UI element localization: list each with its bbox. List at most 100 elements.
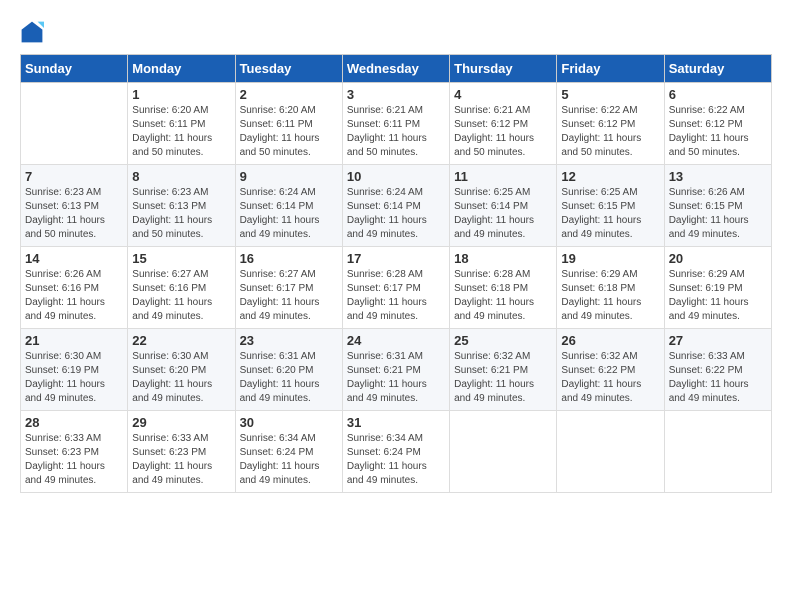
day-number: 10 [347, 169, 445, 184]
day-info: Sunrise: 6:23 AMSunset: 6:13 PMDaylight:… [132, 186, 230, 242]
calendar-cell: 25 Sunrise: 6:32 AMSunset: 6:21 PMDayligh… [450, 329, 557, 411]
calendar-cell: 30 Sunrise: 6:34 AMSunset: 6:24 PMDayligh… [235, 411, 342, 493]
day-number: 7 [25, 169, 123, 184]
calendar-cell: 23Sunrise: 6:31 AMSunset: 6:20 PMDayligh… [235, 329, 342, 411]
day-number: 3 [347, 87, 445, 102]
calendar-cell: 13 Sunrise: 6:26 AMSunset: 6:15 PMDayligh… [664, 165, 771, 247]
day-info: Sunrise: 6:21 AMSunset: 6:11 PMDaylight:… [347, 104, 445, 160]
calendar-cell: 29 Sunrise: 6:33 AMSunset: 6:23 PMDayligh… [128, 411, 235, 493]
day-number: 13 [669, 169, 767, 184]
day-info: Sunrise: 6:28 AMSunset: 6:18 PMDaylight:… [454, 268, 552, 324]
weekday-header-sunday: Sunday [21, 55, 128, 83]
day-info: Sunrise: 6:25 AMSunset: 6:15 PMDaylight:… [561, 186, 659, 242]
day-info: Sunrise: 6:25 AMSunset: 6:14 PMDaylight:… [454, 186, 552, 242]
day-number: 17 [347, 251, 445, 266]
day-number: 8 [132, 169, 230, 184]
weekday-header-saturday: Saturday [664, 55, 771, 83]
day-number: 28 [25, 415, 123, 430]
day-number: 21 [25, 333, 123, 348]
weekday-header-friday: Friday [557, 55, 664, 83]
day-number: 12 [561, 169, 659, 184]
day-info: Sunrise: 6:32 AMSunset: 6:21 PMDaylight:… [454, 350, 552, 406]
day-info: Sunrise: 6:30 AMSunset: 6:19 PMDaylight:… [25, 350, 123, 406]
day-number: 26 [561, 333, 659, 348]
day-number: 19 [561, 251, 659, 266]
day-info: Sunrise: 6:34 AMSunset: 6:24 PMDaylight:… [240, 432, 338, 488]
weekday-header-monday: Monday [128, 55, 235, 83]
calendar-cell: 5 Sunrise: 6:22 AMSunset: 6:12 PMDaylight… [557, 83, 664, 165]
calendar-cell: 26 Sunrise: 6:32 AMSunset: 6:22 PMDayligh… [557, 329, 664, 411]
weekday-header-tuesday: Tuesday [235, 55, 342, 83]
day-info: Sunrise: 6:26 AMSunset: 6:15 PMDaylight:… [669, 186, 767, 242]
calendar-cell: 24 Sunrise: 6:31 AMSunset: 6:21 PMDayligh… [342, 329, 449, 411]
generalblue-icon [20, 20, 44, 44]
calendar-cell: 17Sunrise: 6:28 AMSunset: 6:17 PMDayligh… [342, 247, 449, 329]
calendar-cell: 2Sunrise: 6:20 AMSunset: 6:11 PMDaylight… [235, 83, 342, 165]
day-number: 18 [454, 251, 552, 266]
calendar-cell [557, 411, 664, 493]
day-info: Sunrise: 6:22 AMSunset: 6:12 PMDaylight:… [669, 104, 767, 160]
day-info: Sunrise: 6:26 AMSunset: 6:16 PMDaylight:… [25, 268, 123, 324]
day-info: Sunrise: 6:20 AMSunset: 6:11 PMDaylight:… [132, 104, 230, 160]
calendar-week-row: 1Sunrise: 6:20 AMSunset: 6:11 PMDaylight… [21, 83, 772, 165]
day-number: 23 [240, 333, 338, 348]
day-number: 14 [25, 251, 123, 266]
calendar-cell: 22 Sunrise: 6:30 AMSunset: 6:20 PMDayligh… [128, 329, 235, 411]
day-number: 29 [132, 415, 230, 430]
day-info: Sunrise: 6:33 AMSunset: 6:22 PMDaylight:… [669, 350, 767, 406]
day-info: Sunrise: 6:21 AMSunset: 6:12 PMDaylight:… [454, 104, 552, 160]
calendar-cell: 18 Sunrise: 6:28 AMSunset: 6:18 PMDayligh… [450, 247, 557, 329]
calendar-cell: 19 Sunrise: 6:29 AMSunset: 6:18 PMDayligh… [557, 247, 664, 329]
calendar-cell: 21 Sunrise: 6:30 AMSunset: 6:19 PMDayligh… [21, 329, 128, 411]
calendar-cell: 4 Sunrise: 6:21 AMSunset: 6:12 PMDaylight… [450, 83, 557, 165]
day-info: Sunrise: 6:20 AMSunset: 6:11 PMDaylight:… [240, 104, 338, 160]
calendar-cell: 31Sunrise: 6:34 AMSunset: 6:24 PMDayligh… [342, 411, 449, 493]
day-info: Sunrise: 6:29 AMSunset: 6:18 PMDaylight:… [561, 268, 659, 324]
calendar-cell: 8 Sunrise: 6:23 AMSunset: 6:13 PMDaylight… [128, 165, 235, 247]
day-number: 20 [669, 251, 767, 266]
calendar-week-row: 7 Sunrise: 6:23 AMSunset: 6:13 PMDaylight… [21, 165, 772, 247]
calendar-week-row: 21 Sunrise: 6:30 AMSunset: 6:19 PMDayligh… [21, 329, 772, 411]
day-info: Sunrise: 6:31 AMSunset: 6:21 PMDaylight:… [347, 350, 445, 406]
day-number: 5 [561, 87, 659, 102]
day-number: 25 [454, 333, 552, 348]
calendar-cell: 15 Sunrise: 6:27 AMSunset: 6:16 PMDayligh… [128, 247, 235, 329]
calendar-week-row: 14 Sunrise: 6:26 AMSunset: 6:16 PMDayligh… [21, 247, 772, 329]
weekday-header-wednesday: Wednesday [342, 55, 449, 83]
day-info: Sunrise: 6:27 AMSunset: 6:16 PMDaylight:… [132, 268, 230, 324]
day-info: Sunrise: 6:24 AMSunset: 6:14 PMDaylight:… [347, 186, 445, 242]
day-info: Sunrise: 6:27 AMSunset: 6:17 PMDaylight:… [240, 268, 338, 324]
calendar-week-row: 28 Sunrise: 6:33 AMSunset: 6:23 PMDayligh… [21, 411, 772, 493]
day-info: Sunrise: 6:33 AMSunset: 6:23 PMDaylight:… [132, 432, 230, 488]
day-number: 30 [240, 415, 338, 430]
day-info: Sunrise: 6:30 AMSunset: 6:20 PMDaylight:… [132, 350, 230, 406]
calendar-cell: 28 Sunrise: 6:33 AMSunset: 6:23 PMDayligh… [21, 411, 128, 493]
calendar-cell [450, 411, 557, 493]
day-number: 22 [132, 333, 230, 348]
day-number: 27 [669, 333, 767, 348]
calendar-cell: 27 Sunrise: 6:33 AMSunset: 6:22 PMDayligh… [664, 329, 771, 411]
calendar-cell: 16Sunrise: 6:27 AMSunset: 6:17 PMDayligh… [235, 247, 342, 329]
day-info: Sunrise: 6:23 AMSunset: 6:13 PMDaylight:… [25, 186, 123, 242]
day-info: Sunrise: 6:32 AMSunset: 6:22 PMDaylight:… [561, 350, 659, 406]
weekday-header-row: SundayMondayTuesdayWednesdayThursdayFrid… [21, 55, 772, 83]
day-number: 15 [132, 251, 230, 266]
day-number: 24 [347, 333, 445, 348]
day-info: Sunrise: 6:24 AMSunset: 6:14 PMDaylight:… [240, 186, 338, 242]
calendar-cell [21, 83, 128, 165]
day-number: 9 [240, 169, 338, 184]
calendar-cell: 10 Sunrise: 6:24 AMSunset: 6:14 PMDayligh… [342, 165, 449, 247]
calendar-cell: 7 Sunrise: 6:23 AMSunset: 6:13 PMDaylight… [21, 165, 128, 247]
calendar-cell: 6Sunrise: 6:22 AMSunset: 6:12 PMDaylight… [664, 83, 771, 165]
calendar-cell: 14 Sunrise: 6:26 AMSunset: 6:16 PMDayligh… [21, 247, 128, 329]
calendar-cell: 9 Sunrise: 6:24 AMSunset: 6:14 PMDaylight… [235, 165, 342, 247]
day-number: 4 [454, 87, 552, 102]
calendar-cell [664, 411, 771, 493]
calendar-cell: 20Sunrise: 6:29 AMSunset: 6:19 PMDayligh… [664, 247, 771, 329]
day-info: Sunrise: 6:22 AMSunset: 6:12 PMDaylight:… [561, 104, 659, 160]
calendar-cell: 3 Sunrise: 6:21 AMSunset: 6:11 PMDaylight… [342, 83, 449, 165]
calendar-cell: 11Sunrise: 6:25 AMSunset: 6:14 PMDayligh… [450, 165, 557, 247]
header [20, 20, 772, 44]
day-info: Sunrise: 6:33 AMSunset: 6:23 PMDaylight:… [25, 432, 123, 488]
calendar-cell: 12 Sunrise: 6:25 AMSunset: 6:15 PMDayligh… [557, 165, 664, 247]
